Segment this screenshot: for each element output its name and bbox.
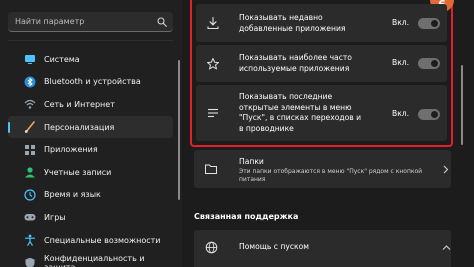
folders-description: Эти папки отображаются в меню "Пуск" ряд… [239, 168, 423, 183]
sidebar-item-label: Учетные записи [44, 167, 112, 177]
toggle-state-label: Вкл. [392, 18, 410, 27]
sidebar-item-gaming[interactable]: Игры [8, 206, 173, 229]
search-input[interactable] [15, 12, 150, 31]
sidebar-scrollbar[interactable] [178, 60, 180, 200]
accessibility-icon [24, 234, 36, 246]
sidebar-item-label: Персонализация [44, 122, 115, 132]
search-icon[interactable] [157, 17, 167, 27]
folders-setting[interactable]: Папки Эти папки отображаются в меню "Пус… [194, 150, 451, 188]
gaming-icon [24, 211, 36, 223]
sidebar-item-label: Приложения [44, 145, 98, 155]
main-scrollbar[interactable] [461, 65, 463, 145]
star-icon [206, 57, 220, 71]
sidebar-item-apps[interactable]: Приложения [8, 138, 173, 161]
sidebar-item-time-language[interactable]: Время и язык [8, 184, 173, 207]
toggle-state-label: Вкл. [392, 58, 410, 67]
network-icon [24, 98, 36, 110]
setting-most-used-apps[interactable]: Показывать наиболее часто используемые п… [196, 45, 447, 82]
sidebar-item-label: Конфиденциальность и защита [44, 253, 145, 267]
sidebar-item-label: Bluetooth и устройства [44, 77, 141, 87]
folders-title: Папки [239, 157, 264, 166]
brush-icon [24, 121, 36, 133]
toggle-state-label: Вкл. [392, 109, 410, 118]
main-content: 6 Показывать недавно добавленные приложе… [182, 0, 474, 267]
recent-items-toggle[interactable] [418, 109, 440, 120]
setting-recent-items-text: Показывать последние открытые элементы в… [239, 92, 362, 133]
sidebar-item-label: Сеть и Интернет [44, 99, 115, 109]
setting-recent-items[interactable]: Показывать последние открытые элементы в… [196, 85, 447, 141]
sidebar-item-privacy[interactable]: Конфиденциальность и защита [8, 251, 173, 267]
sidebar-item-label: Время и язык [44, 190, 101, 200]
sidebar-item-accounts[interactable]: Учетные записи [8, 161, 173, 184]
sidebar-item-label: Специальные возможности [44, 235, 161, 245]
globe-icon [205, 241, 218, 254]
search-box[interactable] [8, 12, 173, 32]
setting-recent-apps[interactable]: Показывать недавно добавленные приложени… [196, 4, 447, 42]
most-used-apps-toggle[interactable] [418, 58, 440, 69]
sidebar-item-bluetooth[interactable]: Bluetooth и устройства [8, 71, 173, 94]
bluetooth-icon [24, 76, 36, 88]
time-language-icon [24, 189, 36, 201]
sidebar-item-label: Игры [44, 212, 66, 222]
list-icon [206, 106, 220, 120]
sidebar: Система Bluetooth и устройства Сеть и Ин… [0, 0, 182, 267]
sidebar-item-system[interactable]: Система [8, 48, 173, 71]
download-icon [206, 16, 220, 30]
recent-apps-toggle[interactable] [418, 18, 440, 29]
sidebar-item-label: Система [44, 54, 80, 64]
sidebar-item-network[interactable]: Сеть и Интернет [8, 93, 173, 116]
chevron-up-icon[interactable] [442, 244, 451, 251]
apps-icon [24, 144, 36, 156]
system-icon [24, 53, 36, 65]
chevron-right-icon [443, 165, 449, 174]
setting-recent-apps-text: Показывать недавно добавленные приложени… [239, 13, 346, 33]
sidebar-item-accessibility[interactable]: Специальные возможности [8, 229, 173, 252]
folder-icon [204, 162, 218, 176]
help-with-start-expander[interactable]: Помощь с пуском [194, 230, 451, 267]
related-support-heading: Связанная поддержка [194, 212, 299, 221]
help-with-start-label: Помощь с пуском [239, 242, 309, 251]
accounts-icon [24, 166, 36, 178]
setting-most-used-apps-text: Показывать наиболее часто используемые п… [239, 53, 352, 73]
sidebar-divider [8, 40, 173, 41]
sidebar-nav: Система Bluetooth и устройства Сеть и Ин… [8, 48, 173, 267]
sidebar-item-personalization[interactable]: Персонализация [8, 115, 173, 139]
shield-icon [24, 257, 36, 267]
